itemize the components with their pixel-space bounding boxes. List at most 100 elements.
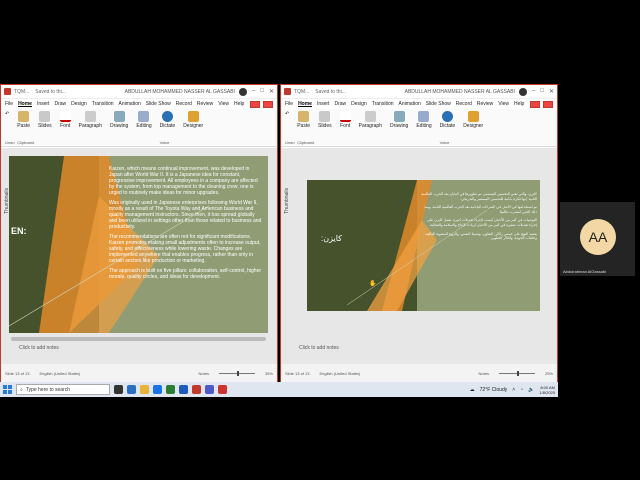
- slide-counter: Slide 13 of 13: [5, 370, 30, 376]
- save-status[interactable]: Saved to thi...: [35, 89, 66, 95]
- font-button[interactable]: Font: [59, 111, 71, 129]
- font-button[interactable]: Font: [339, 111, 351, 129]
- language-indicator[interactable]: English (United States): [39, 371, 80, 376]
- excel-icon[interactable]: [166, 385, 175, 394]
- close-icon[interactable]: ✕: [549, 88, 554, 95]
- tab-view[interactable]: View: [218, 101, 229, 107]
- ribbon: ↶ Undo Paste Clipboard Slides Font Paragra…: [281, 109, 557, 147]
- share-button[interactable]: [543, 100, 553, 108]
- tab-review[interactable]: Review: [197, 101, 213, 107]
- zoom-level[interactable]: 35%: [265, 371, 273, 376]
- notes-toggle[interactable]: Notes: [199, 371, 209, 376]
- minimize-icon[interactable]: –: [252, 88, 255, 95]
- zoom-slider[interactable]: [218, 370, 255, 376]
- designer-button[interactable]: Designer: [463, 111, 483, 129]
- paste-button[interactable]: Paste: [17, 111, 30, 129]
- wifi-icon[interactable]: ◔: [520, 387, 523, 393]
- maximize-icon[interactable]: □: [540, 88, 544, 95]
- tab-animation[interactable]: Animation: [399, 101, 421, 107]
- paragraph-button[interactable]: Paragraph: [359, 111, 382, 129]
- notes-toggle[interactable]: Notes: [479, 371, 489, 376]
- notes-placeholder[interactable]: Click to add notes: [299, 345, 339, 351]
- volume-icon[interactable]: 🔈: [528, 387, 534, 393]
- paste-button[interactable]: Paste: [297, 111, 310, 129]
- tab-view[interactable]: View: [498, 101, 509, 107]
- maximize-icon[interactable]: □: [260, 88, 264, 95]
- tab-help[interactable]: Help: [514, 101, 524, 107]
- zoom-level[interactable]: 25%: [545, 371, 553, 376]
- edge-icon[interactable]: [127, 385, 136, 394]
- thumbnails-pane-label[interactable]: Thumbnails: [284, 188, 290, 214]
- tab-insert[interactable]: Insert: [37, 101, 50, 107]
- language-indicator[interactable]: English (United States): [319, 371, 360, 376]
- tab-insert[interactable]: Insert: [317, 101, 330, 107]
- drawing-icon: [393, 111, 405, 122]
- editing-button[interactable]: Editing: [416, 111, 432, 129]
- tab-file[interactable]: File: [5, 101, 13, 107]
- powerpoint-icon[interactable]: [192, 385, 201, 394]
- tab-home[interactable]: Home: [298, 101, 312, 107]
- ribbon: ↶ Undo Paste Clipboard Slides Font Paragra…: [1, 109, 277, 147]
- drawing-button[interactable]: Drawing: [110, 111, 128, 129]
- dictate-button[interactable]: Dictate: [440, 111, 455, 129]
- designer-button[interactable]: Designer: [183, 111, 203, 129]
- tab-help[interactable]: Help: [234, 101, 244, 107]
- account-name[interactable]: ABDULLAH MOHAMMED NASSER AL GASSABI: [125, 89, 235, 95]
- account-avatar[interactable]: [519, 87, 527, 96]
- tab-animation[interactable]: Animation: [119, 101, 141, 107]
- drawing-label: Drawing: [109, 123, 129, 129]
- tab-record[interactable]: Record: [456, 101, 472, 107]
- participant-tile[interactable]: AA Abdulrahman AlGassabi: [560, 202, 635, 276]
- account-name[interactable]: ABDULLAH MOHAMMED NASSER AL GASSABI: [405, 89, 515, 95]
- clock[interactable]: 8:00 AM 1/8/2025: [539, 385, 555, 395]
- drawing-button[interactable]: Drawing: [390, 111, 408, 129]
- word-icon[interactable]: [179, 385, 188, 394]
- tab-file[interactable]: File: [285, 101, 293, 107]
- ribbon-tabs: File Home Insert Draw Design Transition …: [281, 99, 557, 109]
- weather-text[interactable]: 72°F Cloudy: [480, 387, 508, 393]
- tab-draw[interactable]: Draw: [334, 101, 346, 107]
- present-button[interactable]: [530, 100, 540, 108]
- slide-canvas[interactable]: كايزن: كايزن، والتي تعني التحسين المستمر…: [307, 180, 540, 311]
- slides-button[interactable]: Slides: [318, 111, 332, 129]
- app-icon[interactable]: [218, 385, 227, 394]
- share-button[interactable]: [263, 100, 273, 108]
- tab-design[interactable]: Design: [71, 101, 87, 107]
- undo-button[interactable]: ↶: [285, 111, 289, 117]
- tab-draw[interactable]: Draw: [54, 101, 66, 107]
- taskbar-search[interactable]: ⌕ Type here to search: [16, 384, 110, 395]
- undo-button[interactable]: ↶: [5, 111, 9, 117]
- tab-slide-show[interactable]: Slide Show: [426, 101, 451, 107]
- ribbon-tabs: File Home Insert Draw Design Transition …: [1, 99, 277, 109]
- account-avatar[interactable]: [239, 87, 247, 96]
- horizontal-scrollbar[interactable]: [11, 337, 266, 341]
- task-view-icon[interactable]: [114, 385, 123, 394]
- teams-icon[interactable]: [205, 385, 214, 394]
- zoom-slider[interactable]: [498, 370, 535, 376]
- notes-placeholder[interactable]: Click to add notes: [19, 345, 59, 351]
- font-icon: [59, 111, 71, 122]
- present-button[interactable]: [250, 100, 260, 108]
- powerpoint-app-icon: [4, 88, 11, 95]
- chrome-icon[interactable]: [153, 385, 162, 394]
- tab-transition[interactable]: Transition: [92, 101, 114, 107]
- tab-slide-show[interactable]: Slide Show: [146, 101, 171, 107]
- document-title: TQM...: [14, 88, 30, 95]
- minimize-icon[interactable]: –: [532, 88, 535, 95]
- close-icon[interactable]: ✕: [269, 88, 274, 95]
- dictate-button[interactable]: Dictate: [160, 111, 175, 129]
- save-status[interactable]: Saved to thi...: [315, 89, 346, 95]
- tab-review[interactable]: Review: [477, 101, 493, 107]
- slides-button[interactable]: Slides: [38, 111, 52, 129]
- tab-record[interactable]: Record: [176, 101, 192, 107]
- tab-home[interactable]: Home: [18, 101, 32, 107]
- editing-button[interactable]: Editing: [136, 111, 152, 129]
- windows-start-icon[interactable]: [3, 385, 12, 394]
- file-explorer-icon[interactable]: [140, 385, 149, 394]
- slide-canvas[interactable]: EN: Kaizen, which means continual improv…: [9, 156, 268, 333]
- weather-icon[interactable]: ☁: [470, 387, 475, 393]
- tab-transition[interactable]: Transition: [372, 101, 394, 107]
- chevron-up-icon[interactable]: ˄: [512, 387, 515, 393]
- paragraph-button[interactable]: Paragraph: [79, 111, 102, 129]
- tab-design[interactable]: Design: [351, 101, 367, 107]
